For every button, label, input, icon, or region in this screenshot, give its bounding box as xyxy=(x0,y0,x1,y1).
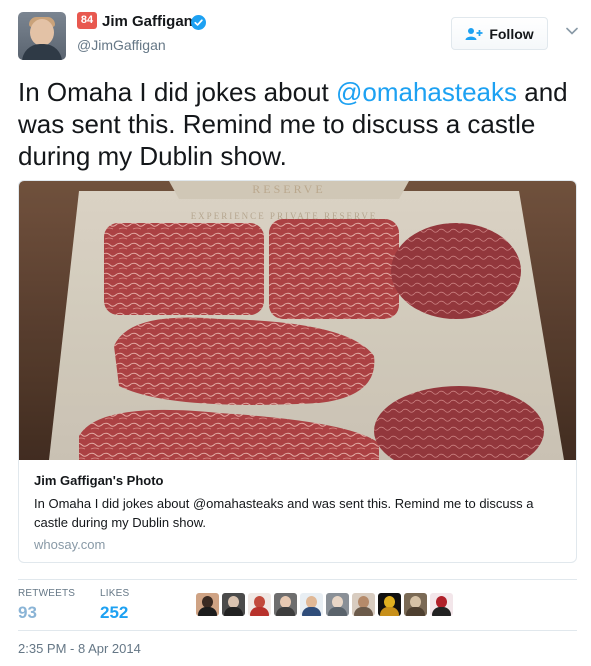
likes-label: LIKES xyxy=(100,588,130,599)
liker-avatar[interactable] xyxy=(274,593,297,616)
liker-avatar[interactable] xyxy=(352,593,375,616)
retweets-count[interactable]: 93 xyxy=(18,603,37,623)
likes-count[interactable]: 252 xyxy=(100,603,128,623)
card-domain[interactable]: whosay.com xyxy=(34,537,105,552)
photo-card[interactable]: RESERVE EXPERIENCE PRIVATE RESERVE Jim G… xyxy=(18,180,577,563)
badge-count: 84 xyxy=(77,12,97,29)
liker-avatar[interactable] xyxy=(222,593,245,616)
liker-avatar[interactable] xyxy=(430,593,453,616)
author-avatar[interactable] xyxy=(18,12,66,60)
liker-avatar[interactable] xyxy=(326,593,349,616)
retweets-label: RETWEETS xyxy=(18,588,76,599)
divider xyxy=(18,630,577,631)
add-user-icon xyxy=(465,27,483,40)
tweet-text: In Omaha I did jokes about @omahasteaks … xyxy=(18,76,578,172)
card-description: In Omaha I did jokes about @omahasteaks … xyxy=(34,496,534,530)
author-handle[interactable]: @JimGaffigan xyxy=(77,37,166,53)
liker-avatar[interactable] xyxy=(404,593,427,616)
tweet-timestamp[interactable]: 2:35 PM - 8 Apr 2014 xyxy=(18,641,141,656)
liker-avatar[interactable] xyxy=(248,593,271,616)
likers-avatars xyxy=(196,593,453,616)
liker-avatar[interactable] xyxy=(378,593,401,616)
mention-link[interactable]: @omahasteaks xyxy=(336,77,517,107)
chevron-down-icon[interactable] xyxy=(566,27,578,35)
divider xyxy=(18,579,577,580)
follow-button[interactable]: Follow xyxy=(451,17,548,50)
author-name[interactable]: Jim Gaffigan xyxy=(102,13,193,30)
verified-icon xyxy=(191,15,206,30)
follow-label: Follow xyxy=(489,25,534,42)
liker-avatar[interactable] xyxy=(196,593,219,616)
liker-avatar[interactable] xyxy=(300,593,323,616)
tweet: 84 Jim Gaffigan @JimGaffigan Follow In O… xyxy=(0,0,591,666)
tweet-text-part: In Omaha I did jokes about xyxy=(18,77,336,107)
steak-photo[interactable]: RESERVE EXPERIENCE PRIVATE RESERVE xyxy=(19,181,577,460)
card-title[interactable]: Jim Gaffigan's Photo xyxy=(34,473,164,488)
